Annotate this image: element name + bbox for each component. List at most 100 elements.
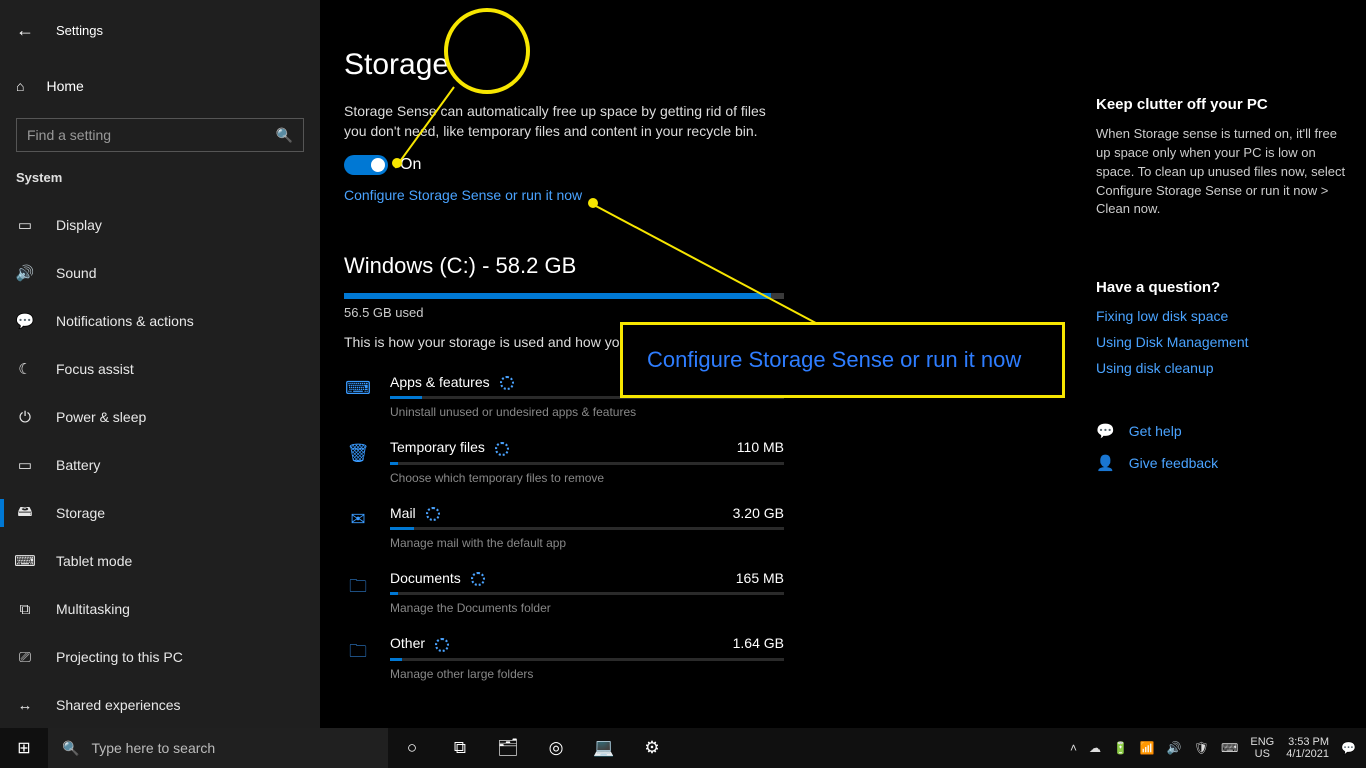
keyboard-icon[interactable]: ⌨	[1221, 741, 1238, 755]
category-subtext: Manage the Documents folder	[390, 601, 784, 615]
tray-chevron-icon[interactable]: ˄	[1070, 741, 1077, 755]
taskbar-search-placeholder: Type here to search	[91, 740, 215, 756]
taskbar: ⊞ 🔍 Type here to search ○⧉🗂◎💻⚙ ˄ ☁ 🔋 📶 🔊…	[0, 728, 1366, 768]
nav-icon: ⧉	[16, 601, 34, 618]
sidebar-item-display[interactable]: ▭ Display	[0, 201, 320, 249]
nav-label: Battery	[56, 457, 100, 473]
section-label: System	[0, 152, 320, 195]
nav-icon: ▭	[16, 216, 34, 234]
category-subtext: Choose which temporary files to remove	[390, 471, 784, 485]
storage-category-other[interactable]: 🗀 Other1.64 GB Manage other large folder…	[344, 625, 784, 690]
notifications-icon[interactable]: 💬	[1341, 741, 1356, 755]
category-icon: 🗀	[344, 570, 372, 615]
configure-storage-sense-link[interactable]: Configure Storage Sense or run it now	[344, 187, 582, 203]
category-size: 1.64 GB	[733, 635, 784, 651]
sidebar-item-battery[interactable]: ▭ Battery	[0, 441, 320, 489]
sidebar-item-tablet-mode[interactable]: ⌨Tablet mode	[0, 537, 320, 585]
clutter-body: When Storage sense is turned on, it'll f…	[1096, 125, 1346, 219]
search-icon: 🔍	[62, 740, 79, 757]
category-subtext: Uninstall unused or undesired apps & fea…	[390, 405, 784, 419]
nav-icon: ▭	[16, 456, 34, 474]
sidebar-item-projecting-to-this-pc[interactable]: ⎚ Projecting to this PC	[0, 633, 320, 681]
nav-label: Sound	[56, 265, 96, 281]
nav-icon: 🖴	[16, 501, 34, 526]
main-content: Storage Storage Sense can automatically …	[320, 0, 1366, 728]
storage-category-documents[interactable]: 🗀 Documents 165 MB Manage the Documents f…	[344, 560, 784, 625]
nav-label: Projecting to this PC	[56, 649, 183, 665]
give-feedback-link[interactable]: 👤 Give feedback	[1096, 454, 1346, 472]
storage-category-mail[interactable]: ✉ Mail 3.20 GB Manage mail with the defau…	[344, 495, 784, 560]
category-size: 3.20 GB	[733, 505, 784, 521]
taskbar-app-remote[interactable]: 💻	[580, 728, 628, 768]
clock[interactable]: 3:53 PM4/1/2021	[1286, 736, 1329, 760]
category-icon: ✉	[344, 505, 372, 550]
help-link-using-disk-management[interactable]: Using Disk Management	[1096, 334, 1346, 350]
storage-category-list: ⌨ Apps & features Uninstall unused or un…	[344, 364, 784, 690]
sidebar: ← Settings ⌂ Home Find a setting 🔍 Syste…	[0, 0, 320, 728]
volume-icon[interactable]: 🔊	[1167, 741, 1182, 755]
storage-sense-toggle[interactable]	[344, 155, 388, 175]
start-button[interactable]: ⊞	[0, 728, 48, 768]
search-placeholder: Find a setting	[27, 127, 111, 143]
storage-category-temporary-files[interactable]: 🗑 Temporary files110 MB Choose which tem…	[344, 429, 784, 494]
feedback-icon: 👤	[1096, 454, 1115, 472]
back-icon[interactable]: ←	[16, 20, 34, 41]
onedrive-icon[interactable]: ☁	[1089, 741, 1101, 755]
category-name: Apps & features	[390, 374, 514, 390]
nav-label: Multitasking	[56, 601, 130, 617]
help-link-fixing-low-disk-space[interactable]: Fixing low disk space	[1096, 308, 1346, 324]
taskbar-app-cortana[interactable]: ○	[388, 728, 436, 768]
system-tray[interactable]: ˄ ☁ 🔋 📶 🔊 🛡 ⌨ ENGUS 3:53 PM4/1/2021 💬	[1070, 736, 1366, 760]
sidebar-item-sound[interactable]: 🔊 Sound	[0, 249, 320, 297]
window-title: Settings	[56, 23, 103, 38]
clutter-heading: Keep clutter off your PC	[1096, 96, 1346, 113]
sidebar-item-notifications-actions[interactable]: 💬Notifications & actions	[0, 297, 320, 345]
nav-label: Notifications & actions	[56, 313, 194, 329]
search-icon: 🔍	[276, 127, 293, 144]
sidebar-item-multitasking[interactable]: ⧉ Multitasking	[0, 585, 320, 633]
network-icon[interactable]: 📶	[1140, 741, 1155, 755]
nav-label: Shared experiences	[56, 697, 181, 713]
question-heading: Have a question?	[1096, 279, 1346, 296]
nav-label: Focus assist	[56, 361, 134, 377]
taskbar-app-file-explorer[interactable]: 🗂	[484, 728, 532, 768]
taskbar-app-task-view[interactable]: ⧉	[436, 728, 484, 768]
storage-sense-description: Storage Sense can automatically free up …	[344, 102, 774, 141]
taskbar-search[interactable]: 🔍 Type here to search	[48, 728, 388, 768]
nav-label: Tablet mode	[56, 553, 132, 569]
nav-list: ▭ Display 🔊 Sound 💬Notifications & actions ☾ F…	[0, 201, 320, 729]
category-icon: ⌨	[344, 374, 372, 419]
help-icon: 💬	[1096, 422, 1115, 440]
category-name: Documents	[390, 570, 485, 586]
category-size: 110 MB	[737, 439, 784, 455]
toggle-state-label: On	[400, 156, 421, 174]
nav-icon: ⎚	[16, 649, 34, 666]
help-link-using-disk-cleanup[interactable]: Using disk cleanup	[1096, 360, 1346, 376]
category-icon: 🗑	[344, 439, 372, 484]
language-indicator[interactable]: ENGUS	[1250, 736, 1274, 760]
nav-icon: 🔊	[16, 264, 34, 282]
sidebar-item-power-sleep[interactable]: ⏻Power & sleep	[0, 393, 320, 441]
right-panel: Keep clutter off your PC When Storage se…	[1096, 96, 1346, 472]
taskbar-app-settings[interactable]: ⚙	[628, 728, 676, 768]
sidebar-item-storage[interactable]: 🖴 Storage	[0, 489, 320, 537]
security-icon[interactable]: 🛡	[1194, 741, 1209, 755]
category-size: 165 MB	[736, 570, 784, 586]
nav-icon: ⏻	[16, 409, 34, 426]
storage-category-apps-features[interactable]: ⌨ Apps & features Uninstall unused or un…	[344, 364, 784, 429]
search-input[interactable]: Find a setting 🔍	[16, 118, 304, 152]
nav-label: Storage	[56, 505, 105, 521]
nav-icon: ☾	[16, 360, 34, 378]
category-name: Mail	[390, 505, 440, 521]
home-nav[interactable]: ⌂ Home	[0, 66, 320, 106]
sidebar-item-shared-experiences[interactable]: ↔Shared experiences	[0, 681, 320, 729]
home-icon: ⌂	[16, 78, 24, 94]
sidebar-item-focus-assist[interactable]: ☾ Focus assist	[0, 345, 320, 393]
category-subtext: Manage mail with the default app	[390, 536, 784, 550]
taskbar-app-chrome[interactable]: ◎	[532, 728, 580, 768]
battery-icon[interactable]: 🔋	[1113, 741, 1128, 755]
category-name: Other	[390, 635, 449, 651]
get-help-link[interactable]: 💬 Get help	[1096, 422, 1346, 440]
home-label: Home	[46, 78, 83, 94]
nav-label: Display	[56, 217, 102, 233]
